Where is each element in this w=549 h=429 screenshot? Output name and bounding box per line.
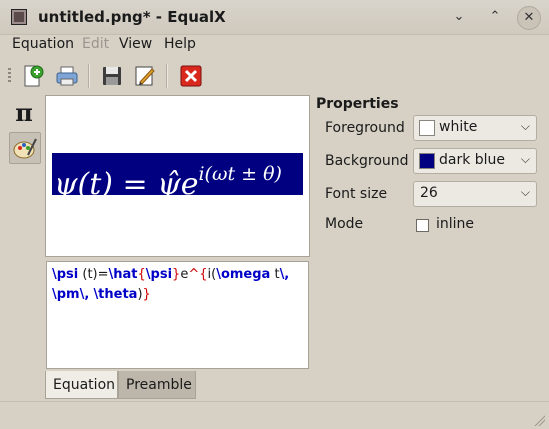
toolbar-separator [166,64,168,88]
window-title: untitled.png* - EqualX [38,8,226,26]
toolbar-separator [88,64,90,88]
new-document-icon [24,65,44,87]
background-select[interactable]: dark blue ⌵ [413,148,537,174]
foreground-swatch [419,120,435,136]
maximize-icon: ⌃ [489,9,501,24]
equation-preview: ψ(t) = ψ̂ei(ωt ± θ) [45,95,310,257]
rendered-equation: ψ(t) = ψ̂ei(ωt ± θ) [52,153,303,195]
chevron-down-icon: ⌵ [520,185,530,199]
print-icon [56,66,78,86]
font-size-select[interactable]: 26 ⌵ [413,181,537,207]
tab-equation[interactable]: Equation [45,371,118,399]
edit-icon [135,66,155,86]
editor-token: t [270,267,280,282]
editor-token: \hat [108,267,138,282]
pi-icon: π [15,98,33,127]
app-icon [11,9,27,25]
font-size-label: Font size [325,186,388,202]
minimize-button[interactable]: ⌄ [449,7,469,27]
menu-help[interactable]: Help [164,36,196,52]
editor-token: \psi [145,267,173,282]
status-bar [0,401,549,429]
background-value: dark blue [439,152,506,168]
editor-token: \theta [93,287,138,302]
toolbar-grip[interactable] [8,68,11,84]
chevron-down-icon: ⌵ [520,152,530,166]
save-icon [103,67,121,85]
editor-token: \, [279,267,290,282]
editor-token: } [142,287,151,302]
foreground-value: white [439,119,478,135]
font-size-value: 26 [420,185,438,201]
editor-line: \psi (t)=\hat{\psi}e^{i(\omega t\, [52,265,302,285]
print-button[interactable] [54,63,80,89]
mode-label: Mode [325,216,364,232]
background-swatch [419,153,435,169]
palette-icon [13,138,37,159]
equation-exponent: i(ωt ± θ) [198,163,282,185]
editor-token: { [137,267,146,282]
inline-checkbox[interactable] [416,219,429,232]
minimize-icon: ⌄ [453,9,465,24]
save-button[interactable] [99,63,125,89]
tab-preamble[interactable]: Preamble [118,371,196,399]
editor-token: \, [79,287,90,302]
close-document-button[interactable] [178,63,204,89]
editor-token: i( [207,267,217,282]
palette-button[interactable] [9,132,41,164]
equation-base: ψ(t) = ψ̂e [54,167,199,195]
background-label: Background [325,153,409,169]
edit-button[interactable] [132,63,158,89]
chevron-down-icon: ⌵ [520,119,530,133]
close-icon [180,65,202,87]
editor-token: \pm [52,287,80,302]
editor-token: { [199,267,208,282]
close-icon: ✕ [523,10,535,25]
menu-equation[interactable]: Equation [12,36,74,52]
foreground-label: Foreground [325,120,405,136]
latex-source[interactable]: \psi (t)=\hat{\psi}e^{i(\omega t\, \pm\,… [52,265,302,305]
inline-checkbox-label[interactable]: inline [436,216,474,232]
editor-line: \pm\, \theta)} [52,285,302,305]
window-close-button[interactable]: ✕ [517,6,541,30]
editor-token: ^ [188,267,200,282]
foreground-select[interactable]: white ⌵ [413,115,537,141]
splitter-handle[interactable] [172,257,180,260]
maximize-button[interactable]: ⌃ [485,7,505,27]
menu-edit[interactable]: Edit [82,36,109,52]
new-button[interactable] [20,63,46,89]
editor-token: (t)= [78,267,109,282]
latex-editor[interactable]: \psi (t)=\hat{\psi}e^{i(\omega t\, \pm\,… [46,261,309,369]
menu-view[interactable]: View [119,36,152,52]
pi-symbols-button[interactable]: π [10,98,38,128]
size-grip[interactable] [533,414,545,426]
editor-token: \omega [216,267,271,282]
editor-token: \psi [52,267,79,282]
properties-title: Properties [316,96,399,112]
